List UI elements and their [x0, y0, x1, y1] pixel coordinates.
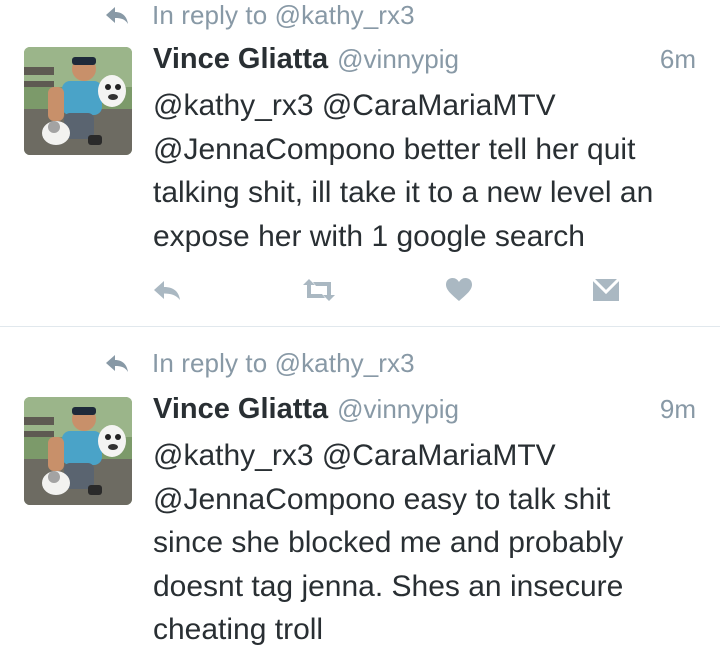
author-name[interactable]: Vince Gliatta [153, 43, 328, 76]
tweet-header: Vince Gliatta @vinnypig 9m [153, 393, 696, 429]
author-handle[interactable]: @vinnypig [337, 394, 459, 425]
tweet-text-line: since she blocked me and probably [153, 526, 624, 559]
reply-context[interactable]: In reply to @kathy_rx3 [104, 348, 415, 378]
tweet-text: @kathy_rx3 @CaraMariaMTV @JennaCompono e… [153, 434, 698, 652]
reply-arrow-icon [106, 7, 128, 24]
avatar[interactable] [24, 47, 132, 155]
tweet-actions [0, 272, 720, 308]
tweet[interactable]: In reply to @kathy_rx3 Vince Gliatta @vi… [0, 0, 720, 326]
reply-button[interactable] [150, 272, 184, 308]
like-heart-icon [446, 278, 472, 301]
tweet[interactable]: In reply to @kathy_rx3 Vince Gliatta @vi… [0, 327, 720, 657]
tweet-header: Vince Gliatta @vinnypig 6m [153, 43, 696, 79]
tweet-text-line: @kathy_rx3 @CaraMariaMTV [153, 439, 556, 472]
direct-message-icon [592, 277, 620, 301]
author-handle[interactable]: @vinnypig [337, 44, 459, 75]
timestamp[interactable]: 9m [660, 394, 696, 425]
tweet-text-line: @JennaCompono easy to talk shit [153, 482, 611, 516]
tweet-text: @kathy_rx3 @CaraMariaMTV @JennaCompono b… [153, 84, 698, 258]
tweet-text-line: cheating troll [153, 613, 324, 646]
timestamp[interactable]: 6m [660, 44, 696, 75]
retweet-button[interactable] [299, 272, 339, 308]
retweet-icon [303, 279, 335, 301]
tweet-text-line: expose her with 1 google search [153, 219, 585, 253]
tweet-text-line: @JennaCompono better tell her quit [153, 132, 636, 166]
reply-icon [154, 281, 180, 300]
reply-arrow-icon [106, 355, 128, 372]
like-button[interactable] [444, 272, 474, 308]
reply-context[interactable]: In reply to @kathy_rx3 [104, 0, 415, 30]
tweet-text-line: doesnt tag jenna. Shes an insecure [153, 569, 624, 603]
reply-context-text: In reply to @kathy_rx3 [152, 347, 415, 378]
direct-message-button[interactable] [591, 272, 621, 308]
tweet-text-line: @kathy_rx3 @CaraMariaMTV [153, 89, 556, 122]
reply-context-text: In reply to @kathy_rx3 [152, 0, 415, 30]
author-name[interactable]: Vince Gliatta [153, 393, 328, 426]
tweet-text-line: talking shit, ill take it to a new level… [153, 176, 654, 209]
avatar[interactable] [24, 397, 132, 505]
